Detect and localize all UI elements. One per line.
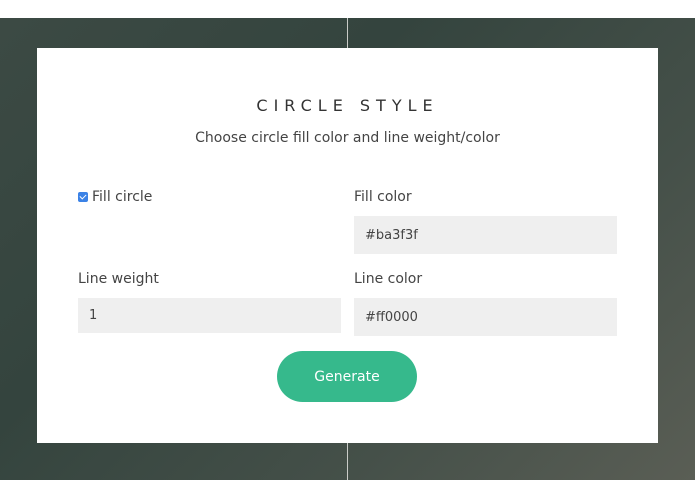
fill-circle-label: Fill circle: [92, 189, 153, 205]
line-weight-input[interactable]: 1: [78, 298, 341, 333]
fill-color-label: Fill color: [354, 189, 412, 205]
page-title: CIRCLE STYLE: [256, 96, 439, 115]
page-subtitle: Choose circle fill color and line weight…: [195, 130, 500, 146]
fill-circle-option[interactable]: Fill circle: [78, 189, 152, 205]
line-weight-label: Line weight: [78, 271, 159, 287]
fill-circle-checkbox[interactable]: [78, 192, 88, 202]
line-color-input[interactable]: #ff0000: [354, 298, 617, 336]
line-color-label: Line color: [354, 271, 423, 287]
generate-button[interactable]: Generate: [277, 351, 417, 402]
fill-color-input[interactable]: #ba3f3f: [354, 216, 617, 254]
